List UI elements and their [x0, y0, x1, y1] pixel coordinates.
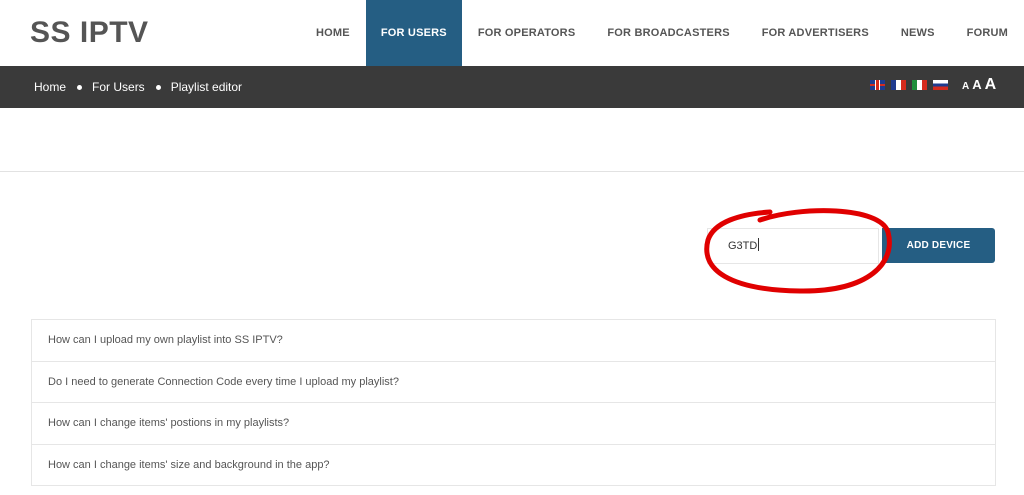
breadcrumb-playlist-editor: Playlist editor	[170, 80, 243, 94]
faq-item-item-size[interactable]: How can I change items' size and backgro…	[32, 444, 995, 486]
nav-for-broadcasters[interactable]: FOR BROADCASTERS	[591, 0, 745, 66]
section-divider	[0, 171, 1024, 172]
font-size-medium[interactable]: A	[972, 77, 981, 92]
faq-item-item-positions[interactable]: How can I change items' postions in my p…	[32, 403, 995, 445]
it-flag-icon[interactable]	[912, 80, 927, 90]
breadcrumb-for-users[interactable]: For Users	[92, 80, 145, 94]
nav-for-users[interactable]: FOR USERS	[365, 0, 462, 66]
uk-flag-icon[interactable]	[870, 80, 885, 90]
fr-flag-icon[interactable]	[891, 80, 906, 90]
nav-for-advertisers[interactable]: FOR ADVERTISERS	[746, 0, 885, 66]
add-device-button[interactable]: ADD DEVICE	[882, 228, 995, 263]
breadcrumb-home[interactable]: Home	[34, 80, 66, 94]
site-logo[interactable]: SS IPTV	[30, 16, 149, 50]
language-selector	[870, 80, 948, 90]
nav-news[interactable]: NEWS	[885, 0, 951, 66]
font-size-selector: A A A	[962, 76, 996, 94]
nav-for-operators[interactable]: FOR OPERATORS	[462, 0, 592, 66]
faq-item-upload-playlist[interactable]: How can I upload my own playlist into SS…	[32, 320, 995, 362]
breadcrumb-separator	[155, 84, 161, 90]
font-size-small[interactable]: A	[962, 81, 969, 92]
connection-code-input[interactable]: G3TD	[707, 228, 879, 264]
site-header: SS IPTV HOME FOR USERS FOR OPERATORS FOR…	[0, 0, 1024, 66]
ru-flag-icon[interactable]	[933, 80, 948, 90]
font-size-large[interactable]: A	[985, 76, 997, 94]
main-nav: HOME FOR USERS FOR OPERATORS FOR BROADCA…	[300, 0, 1024, 66]
connection-code-value: G3TD	[728, 240, 758, 252]
faq-list: How can I upload my own playlist into SS…	[31, 319, 996, 486]
breadcrumb: Home For Users Playlist editor	[34, 66, 242, 108]
breadcrumb-separator	[77, 84, 83, 90]
faq-item-connection-code[interactable]: Do I need to generate Connection Code ev…	[32, 361, 995, 403]
nav-forum[interactable]: FORUM	[951, 0, 1024, 66]
nav-home[interactable]: HOME	[300, 0, 366, 66]
text-caret	[758, 238, 760, 251]
